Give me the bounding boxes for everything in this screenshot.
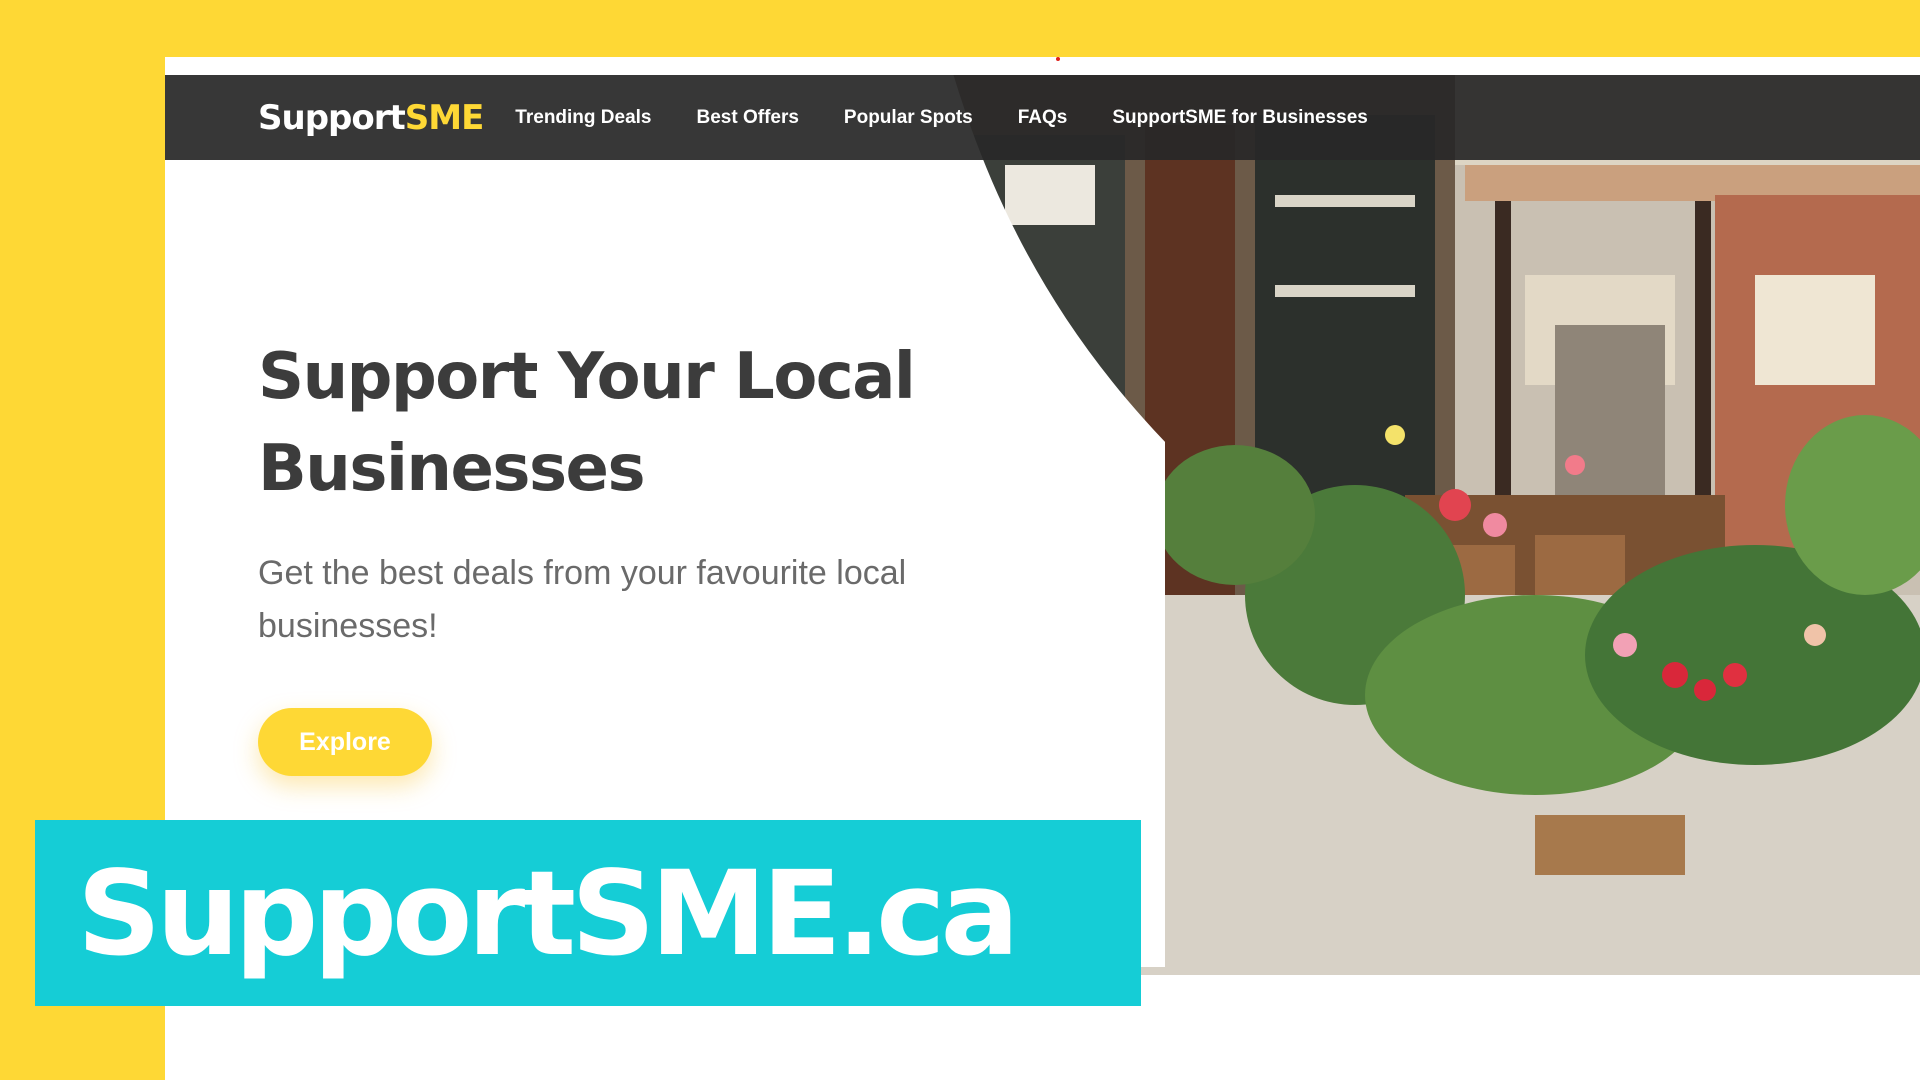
nav-link-best-offers[interactable]: Best Offers — [697, 107, 799, 129]
site-logo[interactable]: SupportSME — [258, 97, 485, 138]
nav-link-popular-spots[interactable]: Popular Spots — [844, 107, 973, 129]
logo-text-accent: SME — [404, 97, 485, 138]
hero-title: Support Your Local Businesses — [258, 331, 978, 515]
hero-title-line2: Businesses — [258, 432, 646, 506]
nav-links: Trending Deals Best Offers Popular Spots… — [515, 107, 1368, 129]
hero-title-line1: Support Your Local — [258, 340, 916, 414]
site-url-banner: SupportSME.ca — [35, 820, 1141, 1006]
nav-link-trending-deals[interactable]: Trending Deals — [515, 107, 651, 129]
hero-subtitle: Get the best deals from your favourite l… — [258, 554, 907, 645]
top-navigation-bar: SupportSME Trending Deals Best Offers Po… — [165, 75, 1920, 160]
cursor-dot — [1056, 57, 1060, 61]
nav-link-faqs[interactable]: FAQs — [1018, 107, 1068, 129]
explore-button[interactable]: Explore — [258, 708, 432, 776]
nav-link-for-businesses[interactable]: SupportSME for Businesses — [1112, 107, 1368, 129]
banner-text: SupportSME.ca — [77, 844, 1019, 982]
logo-text-main: Support — [258, 97, 406, 138]
